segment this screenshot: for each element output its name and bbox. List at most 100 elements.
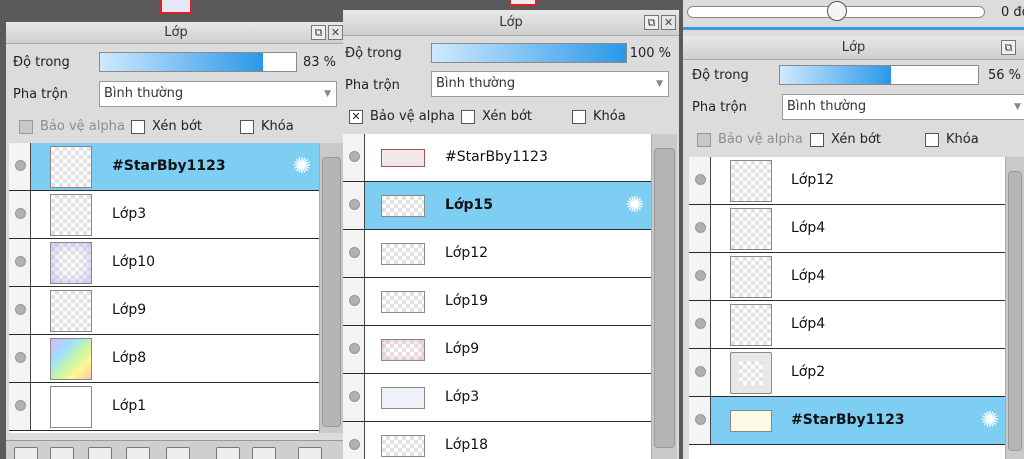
- layer-row[interactable]: Lớp12: [689, 157, 1005, 205]
- popout-icon[interactable]: ⧉: [311, 25, 326, 40]
- close-icon[interactable]: ✕: [328, 25, 343, 40]
- visibility-toggle[interactable]: [343, 326, 365, 373]
- visibility-toggle[interactable]: [689, 301, 711, 348]
- clip-label: Xén bớt: [152, 119, 202, 134]
- checkbox-box: [925, 132, 939, 147]
- visibility-toggle[interactable]: [689, 253, 711, 300]
- eye-dot-icon: [349, 247, 360, 258]
- opacity-value: 56 %: [987, 68, 1021, 83]
- visibility-toggle[interactable]: [343, 422, 365, 459]
- protect-alpha-checkbox[interactable]: ✕ Bảo vệ alpha: [349, 109, 455, 124]
- eye-dot-icon: [695, 366, 706, 377]
- clip-checkbox[interactable]: Xén bớt: [461, 109, 532, 124]
- blend-mode-select[interactable]: Bình thường ▼: [431, 71, 669, 97]
- layer-row[interactable]: Lớp8: [9, 335, 319, 383]
- layer-row[interactable]: Lớp15 ✺: [343, 182, 651, 230]
- move-layer-icon[interactable]: [166, 447, 190, 459]
- layer-settings-icon[interactable]: [252, 447, 276, 459]
- visibility-toggle[interactable]: [689, 397, 711, 444]
- visibility-toggle[interactable]: [9, 191, 31, 238]
- scrollbar-thumb[interactable]: [1008, 171, 1022, 451]
- gear-icon[interactable]: ✺: [979, 410, 1001, 432]
- visibility-toggle[interactable]: [9, 287, 31, 334]
- layer-thumbnail: [381, 435, 425, 457]
- layer-row[interactable]: Lớp10: [9, 239, 319, 287]
- layer-row[interactable]: Lớp18: [343, 422, 651, 459]
- scrollbar-thumb[interactable]: [322, 157, 341, 427]
- layer-row[interactable]: Lớp19: [343, 278, 651, 326]
- clip-label: Xén bớt: [831, 132, 881, 147]
- layer-row[interactable]: #StarBby1123 ✺: [689, 397, 1005, 445]
- angle-slider-knob[interactable]: [827, 1, 847, 21]
- clip-checkbox[interactable]: Xén bớt: [810, 132, 881, 147]
- merge-layer-icon[interactable]: [126, 447, 150, 459]
- lock-checkbox[interactable]: Khóa: [240, 119, 294, 134]
- gear-icon[interactable]: ✺: [624, 195, 646, 217]
- visibility-toggle[interactable]: [689, 205, 711, 252]
- opacity-slider[interactable]: [779, 65, 979, 85]
- layer-row[interactable]: Lớp4: [689, 301, 1005, 349]
- layer-list-scrollbar[interactable]: [1005, 157, 1024, 459]
- layer-row[interactable]: Lớp9: [9, 287, 319, 335]
- layer-row[interactable]: #StarBby1123 ✺: [9, 143, 319, 191]
- lock-checkbox[interactable]: Khóa: [925, 132, 979, 147]
- visibility-toggle[interactable]: [689, 157, 711, 204]
- eye-dot-icon: [15, 160, 26, 171]
- layer-thumbnail: [50, 290, 92, 332]
- layer-thumbnail: [730, 352, 772, 394]
- eye-dot-icon: [349, 343, 360, 354]
- layer-thumbnail: [381, 291, 425, 313]
- chevron-down-icon: ▼: [324, 89, 331, 99]
- opacity-slider[interactable]: [431, 43, 627, 63]
- layer-row[interactable]: Lớp3: [9, 191, 319, 239]
- layer-row[interactable]: Lớp2: [689, 349, 1005, 397]
- layer-row[interactable]: Lớp12: [343, 230, 651, 278]
- canvas-thumbnail[interactable]: [160, 0, 192, 14]
- visibility-toggle[interactable]: [343, 374, 365, 421]
- visibility-toggle[interactable]: [343, 278, 365, 325]
- layer-row[interactable]: Lớp1: [9, 383, 319, 431]
- protect-alpha-checkbox[interactable]: Bảo vệ alpha: [19, 119, 125, 134]
- layer-row[interactable]: Lớp4: [689, 205, 1005, 253]
- layer-thumbnail: [730, 256, 772, 298]
- checkbox-box: [810, 132, 824, 147]
- visibility-toggle[interactable]: [343, 230, 365, 277]
- layer-row[interactable]: Lớp4: [689, 253, 1005, 301]
- layer-name: Lớp2: [791, 364, 826, 380]
- visibility-toggle[interactable]: [9, 383, 31, 430]
- layer-thumbnail: [381, 195, 425, 217]
- clip-checkbox[interactable]: Xén bớt: [131, 119, 202, 134]
- panel-title: Lớp ⧉ ✕: [6, 22, 346, 44]
- new-folder-icon[interactable]: [50, 447, 74, 459]
- blend-label: Pha trộn: [345, 78, 400, 93]
- opacity-slider[interactable]: [99, 52, 297, 72]
- layer-list-scrollbar[interactable]: [651, 134, 677, 459]
- visibility-toggle[interactable]: [343, 182, 365, 229]
- visibility-toggle[interactable]: [9, 335, 31, 382]
- delete-layer-icon[interactable]: [298, 447, 322, 459]
- layer-row[interactable]: #StarBby1123: [343, 134, 651, 182]
- clear-layer-icon[interactable]: [216, 447, 240, 459]
- protect-alpha-checkbox[interactable]: Bảo vệ alpha: [697, 132, 803, 147]
- visibility-toggle[interactable]: [689, 349, 711, 396]
- top-thumb-strip: [6, 0, 346, 22]
- lock-checkbox[interactable]: Khóa: [572, 109, 626, 124]
- visibility-toggle[interactable]: [9, 239, 31, 286]
- popout-icon[interactable]: ⧉: [1001, 40, 1016, 55]
- scrollbar-thumb[interactable]: [654, 148, 675, 448]
- blend-mode-select[interactable]: Bình thường ▼: [782, 94, 1024, 120]
- visibility-toggle[interactable]: [9, 143, 31, 190]
- copy-layer-icon[interactable]: [88, 447, 112, 459]
- layer-thumbnail: [50, 338, 92, 380]
- eye-dot-icon: [695, 174, 706, 185]
- close-icon[interactable]: ✕: [661, 15, 676, 30]
- layer-row[interactable]: Lớp3: [343, 374, 651, 422]
- popout-icon[interactable]: ⧉: [644, 15, 659, 30]
- gear-icon[interactable]: ✺: [291, 156, 313, 178]
- new-layer-icon[interactable]: [14, 447, 38, 459]
- visibility-toggle[interactable]: [343, 134, 365, 181]
- layer-row[interactable]: Lớp9: [343, 326, 651, 374]
- layer-list-scrollbar[interactable]: [319, 143, 343, 433]
- blend-mode-select[interactable]: Bình thường ▼: [99, 81, 337, 107]
- canvas-thumbnail[interactable]: [509, 0, 537, 6]
